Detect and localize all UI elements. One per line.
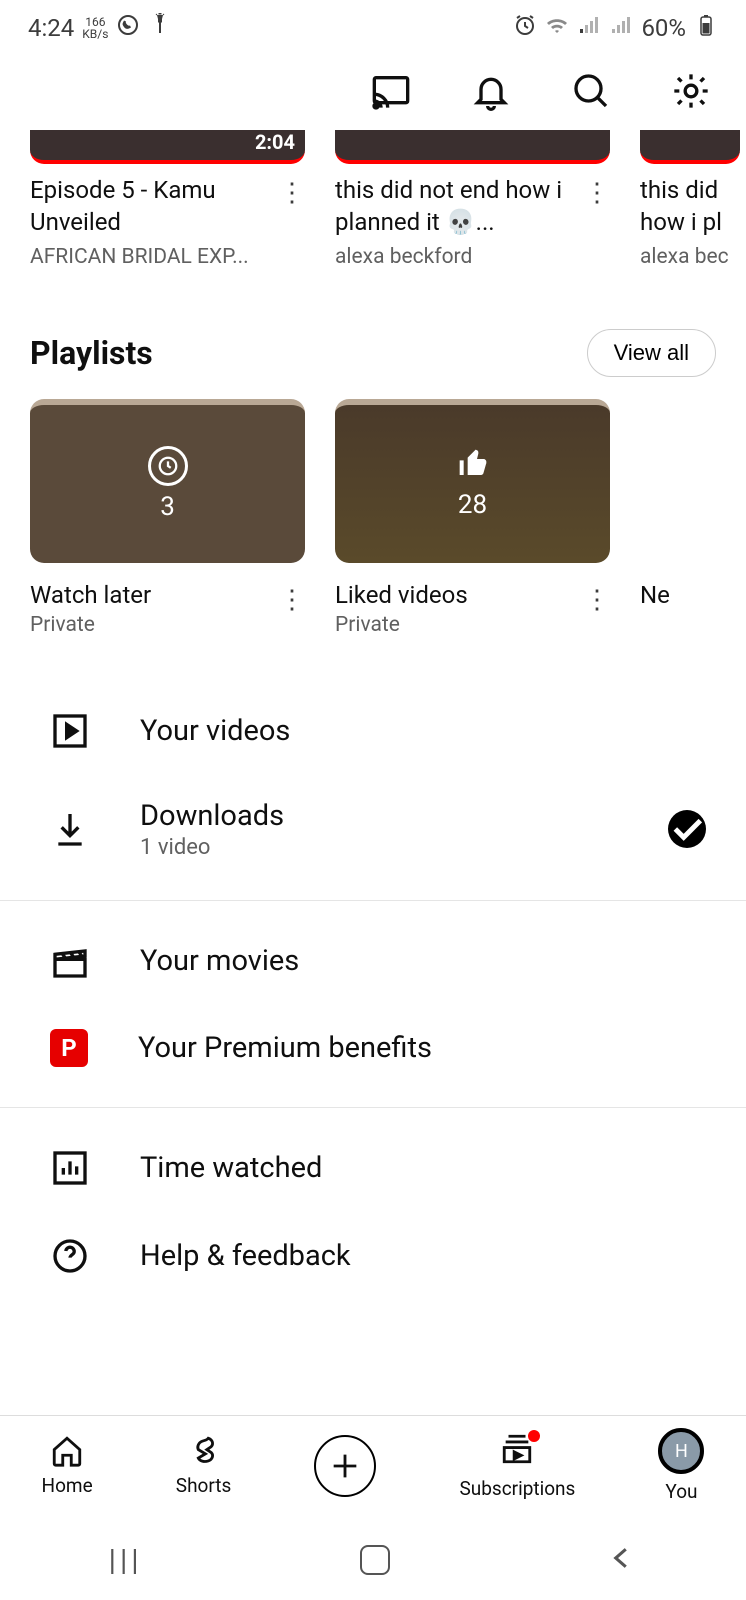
- nav-you[interactable]: H You: [658, 1428, 704, 1503]
- nav-label: Home: [42, 1474, 93, 1497]
- thumb-up-icon: [457, 447, 489, 486]
- top-toolbar: [0, 55, 746, 130]
- video-title: this didhow i pl: [640, 174, 740, 239]
- more-vertical-icon[interactable]: ⋮: [584, 581, 610, 637]
- video-card[interactable]: this didhow i pl alexa bec: [640, 130, 740, 269]
- playlist-privacy: Private: [335, 613, 468, 637]
- playlist-card[interactable]: 28 Liked videos Private ⋮: [335, 399, 610, 637]
- menu-label: Downloads: [140, 799, 618, 833]
- help-icon: [50, 1236, 90, 1276]
- search-icon[interactable]: [571, 71, 611, 115]
- playlist-title: Liked videos: [335, 581, 468, 609]
- whatsapp-icon: [116, 13, 140, 43]
- playlist-thumbnail[interactable]: 3: [30, 399, 305, 563]
- more-vertical-icon[interactable]: ⋮: [279, 581, 305, 637]
- nav-subscriptions[interactable]: Subscriptions: [459, 1432, 575, 1500]
- clock-icon: [148, 446, 188, 486]
- playlists-header: Playlists View all: [0, 269, 746, 399]
- video-thumbnail[interactable]: [640, 130, 740, 164]
- nav-label: Shorts: [176, 1474, 232, 1497]
- wifi-icon: [545, 13, 569, 43]
- playlist-card[interactable]: Ne: [640, 399, 680, 637]
- check-badge-icon: [668, 810, 706, 848]
- flashlight-icon: [148, 13, 172, 43]
- playlist-card[interactable]: 3 Watch later Private ⋮: [30, 399, 305, 637]
- premium-icon: P: [50, 1029, 88, 1067]
- playlist-thumbnail[interactable]: 28: [335, 399, 610, 563]
- premium-item[interactable]: P Your Premium benefits: [0, 1005, 746, 1091]
- recents-button[interactable]: |||: [109, 1543, 143, 1578]
- separator: [0, 900, 746, 901]
- avatar: H: [658, 1428, 704, 1474]
- video-thumbnail[interactable]: [335, 130, 610, 164]
- video-card[interactable]: this did not end how i planned it 💀... al…: [335, 130, 610, 269]
- your-movies-item[interactable]: Your movies: [0, 917, 746, 1005]
- bottom-nav: Home Shorts Subscriptions H You: [0, 1415, 746, 1515]
- battery-icon: [694, 13, 718, 43]
- playlist-title: Ne: [640, 581, 680, 609]
- library-menu: Your videos Downloads1 video Your movies…: [0, 687, 746, 1300]
- help-item[interactable]: Help & feedback: [0, 1212, 746, 1300]
- video-channel: AFRICAN BRIDAL EXP...: [30, 245, 273, 269]
- more-vertical-icon[interactable]: ⋮: [584, 174, 610, 269]
- video-channel: alexa beckford: [335, 245, 578, 269]
- video-title: Episode 5 - Kamu Unveiled: [30, 174, 273, 239]
- menu-label: Your Premium benefits: [138, 1031, 706, 1065]
- bell-icon[interactable]: [471, 71, 511, 115]
- history-feed[interactable]: 2:04 Episode 5 - Kamu Unveiled AFRICAN BR…: [0, 130, 746, 269]
- video-thumbnail[interactable]: 2:04: [30, 130, 305, 164]
- create-button[interactable]: [314, 1435, 376, 1497]
- video-card[interactable]: 2:04 Episode 5 - Kamu Unveiled AFRICAN BR…: [30, 130, 305, 269]
- android-nav: |||: [0, 1520, 746, 1600]
- download-icon: [50, 809, 90, 849]
- menu-label: Time watched: [140, 1151, 706, 1185]
- cast-icon[interactable]: [371, 71, 411, 115]
- your-videos-item[interactable]: Your videos: [0, 687, 746, 775]
- playlist-title: Watch later: [30, 581, 151, 609]
- clapper-icon: [50, 941, 90, 981]
- notification-dot: [528, 1430, 540, 1442]
- separator: [0, 1107, 746, 1108]
- back-button[interactable]: [607, 1543, 637, 1577]
- menu-sublabel: 1 video: [140, 835, 618, 860]
- view-all-button[interactable]: View all: [587, 329, 716, 377]
- time-watched-item[interactable]: Time watched: [0, 1124, 746, 1212]
- status-bar: 4:24 166KB/s 60%: [0, 0, 746, 55]
- playlist-count: 28: [458, 490, 487, 520]
- signal-icon: [577, 13, 601, 43]
- nav-home[interactable]: Home: [42, 1434, 93, 1497]
- nav-label: Subscriptions: [459, 1477, 575, 1500]
- gear-icon[interactable]: [671, 71, 711, 115]
- video-title: this did not end how i planned it 💀...: [335, 174, 578, 239]
- home-button[interactable]: [360, 1545, 390, 1575]
- playlist-count: 3: [160, 492, 175, 522]
- menu-label: Your movies: [140, 944, 706, 978]
- playlist-privacy: Private: [30, 613, 151, 637]
- video-channel: alexa bec: [640, 245, 740, 269]
- battery-pct: 60%: [641, 14, 686, 42]
- status-time: 4:24: [28, 14, 74, 42]
- menu-label: Help & feedback: [140, 1239, 706, 1273]
- downloads-item[interactable]: Downloads1 video: [0, 775, 746, 884]
- status-kbs: 166KB/s: [82, 16, 108, 40]
- alarm-icon: [513, 13, 537, 43]
- more-vertical-icon[interactable]: ⋮: [279, 174, 305, 269]
- nav-shorts[interactable]: Shorts: [176, 1434, 232, 1497]
- nav-label: You: [665, 1480, 697, 1503]
- playlists-title: Playlists: [30, 334, 153, 372]
- play-box-icon: [50, 711, 90, 751]
- stats-icon: [50, 1148, 90, 1188]
- signal-icon-2: [609, 13, 633, 43]
- menu-label: Your videos: [140, 714, 706, 748]
- playlist-feed[interactable]: 3 Watch later Private ⋮ 28 Liked videos Pri…: [0, 399, 746, 637]
